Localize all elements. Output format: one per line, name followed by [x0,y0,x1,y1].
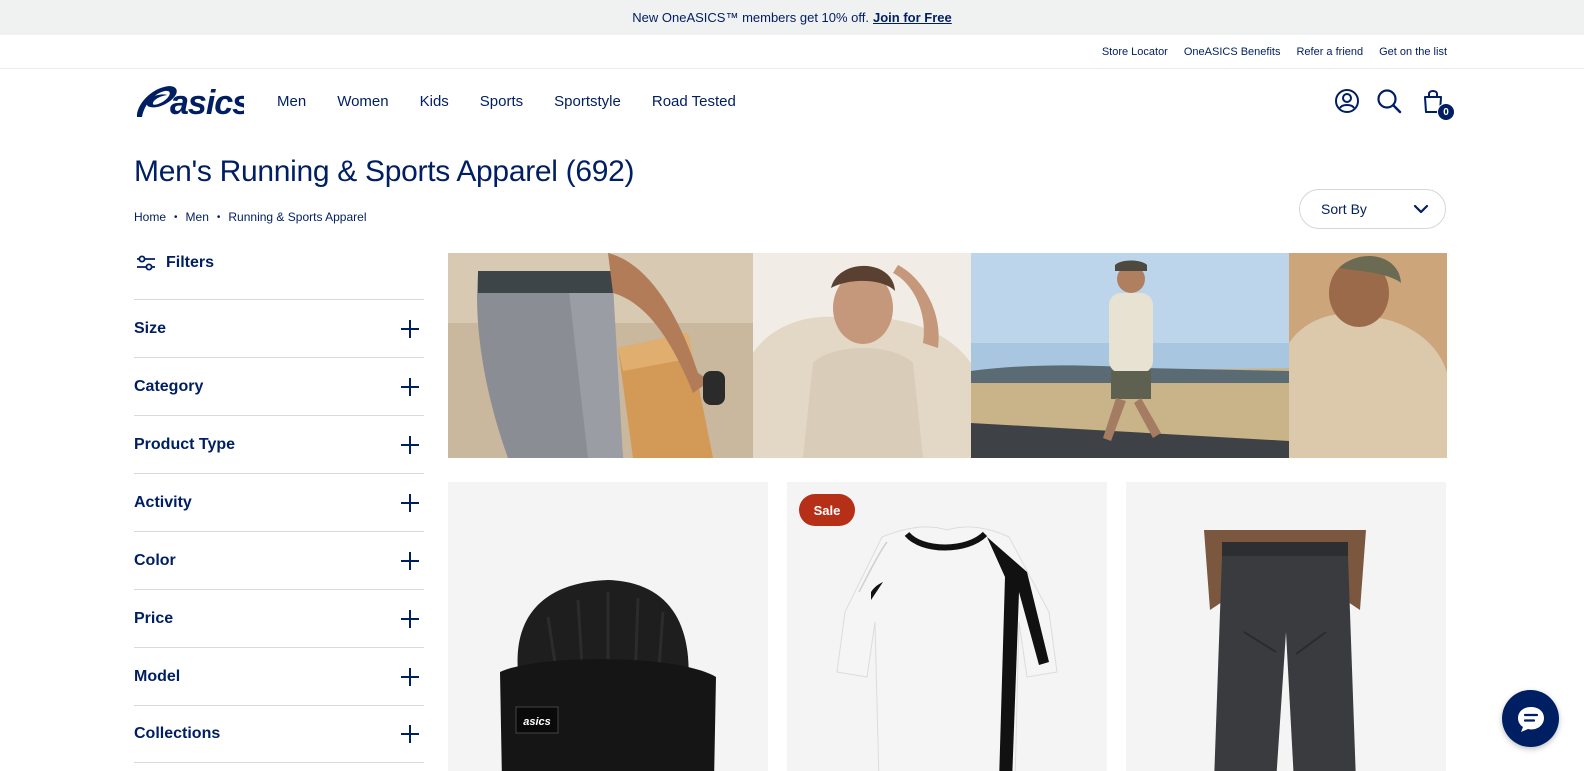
product-card-beanie[interactable]: asics [448,482,768,771]
hero-image-shorts [448,253,753,458]
filter-label: Size [134,319,167,337]
nav-sportstyle[interactable]: Sportstyle [554,93,621,110]
product-card-tshirt[interactable]: Sale [787,482,1107,771]
filter-activity[interactable]: Activity [134,473,424,531]
nav-sports[interactable]: Sports [480,93,523,110]
nav-kids[interactable]: Kids [420,93,449,110]
breadcrumb-home[interactable]: Home [134,210,166,224]
filter-product-type[interactable]: Product Type [134,415,424,473]
cart-count-badge: 0 [1437,103,1455,121]
product-image-beanie: asics [500,580,716,771]
breadcrumb-current: Running & Sports Apparel [228,210,367,224]
hero-banner[interactable] [448,253,1447,458]
refer-a-friend-link[interactable]: Refer a friend [1296,46,1363,58]
join-for-free-link[interactable]: Join for Free [873,10,952,25]
plus-icon [401,435,419,454]
promo-message: New OneASICS™ members get 10% off. [632,10,869,25]
filter-label: Category [134,377,204,395]
breadcrumb-separator: • [174,211,178,223]
svg-text:asics: asics [523,716,551,728]
nav-women[interactable]: Women [337,93,388,110]
promo-bar: New OneASICS™ members get 10% off. Join … [0,0,1584,35]
plus-icon [401,319,419,338]
plus-icon [401,377,419,396]
filter-color[interactable]: Color [134,531,424,589]
asics-logo[interactable]: asics [134,81,244,121]
filter-label: Collections [134,725,221,742]
plus-icon [401,493,419,512]
breadcrumb-men[interactable]: Men [186,210,209,224]
filter-model[interactable]: Model [134,647,424,705]
filter-label: Model [134,667,181,685]
breadcrumb-separator: • [216,211,221,223]
filters-label: Filters [166,254,215,271]
page-title: Men's Running & Sports Apparel (692) [134,155,635,188]
filters-toggle[interactable]: Filters [136,254,214,272]
filter-list: Size Category Product Type Activity Colo… [134,299,424,763]
sort-by-label: Sort By [1321,201,1367,217]
header-icons [1334,88,1454,118]
product-card-pants[interactable] [1126,482,1446,771]
filter-price[interactable]: Price [134,589,424,647]
main-nav: Men Women Kids Sports Sportstyle Road Te… [277,93,736,110]
hero-image-hoodie [753,253,971,458]
nav-road-tested[interactable]: Road Tested [652,93,736,110]
filter-label: Color [134,551,176,569]
search-icon[interactable] [1376,88,1402,114]
filter-label: Activity [134,493,192,511]
sort-by-dropdown[interactable]: Sort By [1299,189,1446,229]
filter-category[interactable]: Category [134,357,424,415]
get-on-the-list-link[interactable]: Get on the list [1379,46,1447,58]
svg-text:asics: asics [170,84,244,121]
oneasics-benefits-link[interactable]: OneASICS Benefits [1184,46,1281,58]
sale-badge: Sale [799,494,855,526]
nav-men[interactable]: Men [277,93,306,110]
product-image-pants [1204,530,1366,771]
filter-label: Product Type [134,435,236,453]
sliders-icon [137,255,155,271]
utility-bar: Store Locator OneASICS Benefits Refer a … [0,35,1584,69]
plus-icon [401,609,419,628]
user-icon[interactable] [1334,88,1360,114]
plus-icon [401,725,419,743]
chevron-down-icon [1413,204,1429,214]
breadcrumb: Home • Men • Running & Sports Apparel [134,210,366,224]
store-locator-link[interactable]: Store Locator [1102,46,1168,58]
filter-collections[interactable]: Collections [134,705,424,763]
chat-bubble-icon [1517,706,1544,732]
plus-icon [401,551,419,570]
utility-links: Store Locator OneASICS Benefits Refer a … [1102,46,1447,58]
main-header: asics Men Women Kids Sports Sportstyle R… [0,69,1584,133]
hero-image-runner [971,253,1289,458]
filter-size[interactable]: Size [134,299,424,357]
plus-icon [401,667,419,686]
chat-button[interactable] [1502,690,1559,747]
filter-label: Price [134,609,174,627]
hero-image-tshirt [1289,253,1447,458]
